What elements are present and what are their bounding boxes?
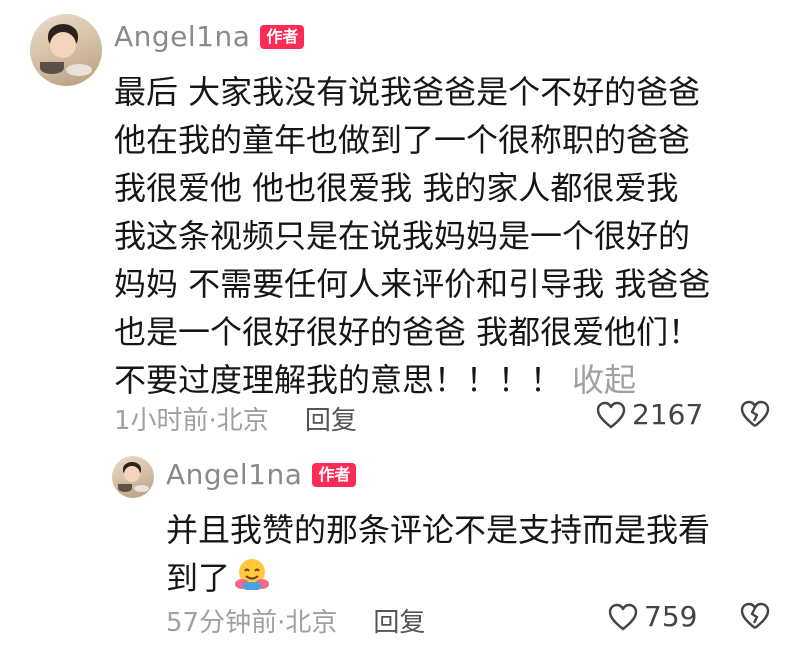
comment-1: Angel1na 作者 最后 大家我没有说我爸爸是个不好的爸爸 他在我的童年也做… <box>0 0 800 440</box>
author-name[interactable]: Angel1na <box>166 458 302 491</box>
comment-line: 最后 大家我没有说我爸爸是个不好的爸爸 <box>114 73 701 111</box>
reply-button[interactable]: 回复 <box>305 400 357 437</box>
broken-heart-icon <box>740 602 770 629</box>
collapse-link[interactable]: 收起 <box>572 361 636 399</box>
like-button[interactable]: 2167 <box>596 398 703 431</box>
comment-line: 我很爱他 他也很爱我 我的家人都很爱我 <box>114 169 679 207</box>
comment-line: 我这条视频只是在说我妈妈是一个很好的 <box>114 217 691 255</box>
meta-row: 57分钟前·北京 回复 <box>166 602 425 639</box>
dislike-button[interactable] <box>740 400 770 432</box>
comment-line: 妈妈 不需要任何人来评价和引导我 我爸爸 <box>114 265 711 303</box>
timestamp-location: 1小时前·北京 <box>114 406 269 436</box>
heart-icon <box>596 401 626 428</box>
dislike-button[interactable] <box>740 602 770 634</box>
comment-line: 他在我的童年也做到了一个很称职的爸爸 <box>114 121 691 159</box>
broken-heart-icon <box>740 400 770 427</box>
avatar[interactable] <box>30 14 102 86</box>
timestamp-location: 57分钟前·北京 <box>166 608 338 638</box>
reply-button[interactable]: 回复 <box>373 602 425 639</box>
like-count: 2167 <box>632 398 704 431</box>
comment-2: Angel1na 作者 并且我赞的那条评论不是支持而是我看 到了 57分钟前·北… <box>0 440 800 656</box>
author-badge: 作者 <box>260 24 305 49</box>
meta-row: 1小时前·北京 回复 <box>114 400 357 437</box>
author-row: Angel1na 作者 <box>114 20 305 53</box>
comment-line: 也是一个很好很好的爸爸 我都很爱他们！ <box>114 313 701 351</box>
comment-line-last: 到了 <box>166 554 710 605</box>
comment-text: 并且我赞的那条评论不是支持而是我看 到了 <box>166 506 710 605</box>
comment-line: 到了 <box>166 559 231 597</box>
comment-line: 并且我赞的那条评论不是支持而是我看 <box>166 511 711 549</box>
author-name[interactable]: Angel1na <box>114 20 250 53</box>
author-row: Angel1na 作者 <box>166 458 357 491</box>
comment-text: 最后 大家我没有说我爸爸是个不好的爸爸 他在我的童年也做到了一个很称职的爸爸 我… <box>114 68 710 404</box>
like-button[interactable]: 759 <box>608 600 697 633</box>
like-count: 759 <box>644 600 698 633</box>
comment-line-last: 不要过度理解我的意思！！！！ 收起 <box>114 356 710 404</box>
author-badge: 作者 <box>312 462 357 487</box>
hugging-face-emoji <box>234 556 270 605</box>
comment-line: 不要过度理解我的意思！！！！ <box>114 361 563 399</box>
heart-icon <box>608 603 638 630</box>
avatar[interactable] <box>112 456 154 498</box>
